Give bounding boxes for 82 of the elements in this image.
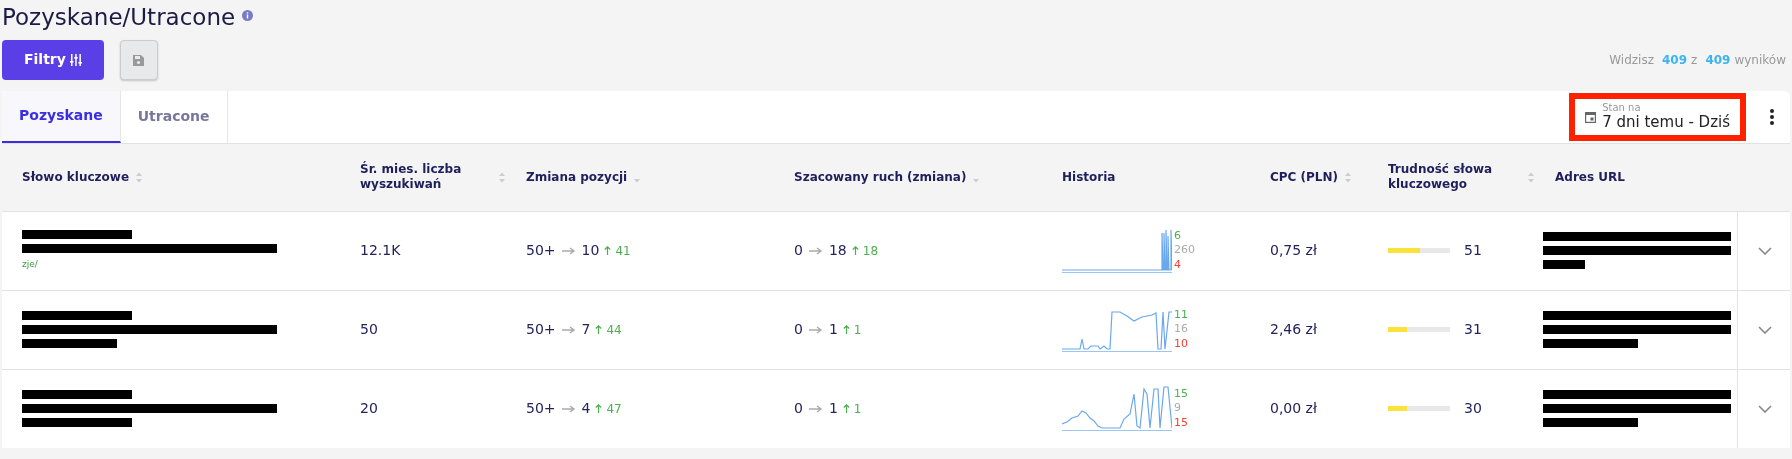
date-picker[interactable]: Stan na 7 dni temu - Dziś [1569, 92, 1746, 141]
table-cell-text: 18 [828, 241, 847, 261]
arrow-up-icon [604, 246, 612, 256]
table-cell-text: 4 [581, 399, 591, 419]
results-label: z [1691, 51, 1698, 69]
arrow-right-icon [561, 325, 576, 334]
date-value: 7 dni temu - Dziś [1602, 112, 1730, 131]
column-header: Słowo kluczowe [22, 169, 130, 185]
arrow-up-icon [842, 404, 850, 414]
table-cell-text: 50 [360, 320, 378, 340]
results-count: 409 [1662, 51, 1688, 69]
table-cell-text: 30 [1464, 399, 1482, 419]
filter-button[interactable]: Filtry [2, 39, 104, 80]
chevron-down-icon [1758, 405, 1772, 414]
table-cell-text: 0 [794, 320, 803, 340]
chevron-down-icon [1758, 247, 1772, 256]
arrow-right-icon [808, 404, 823, 413]
change-value: 41 [604, 241, 631, 260]
tab[interactable]: Pozyskane [2, 90, 121, 143]
sort-icon[interactable] [498, 171, 506, 183]
table-cell-text: 0,75 zł [1270, 241, 1317, 261]
column-header: Szacowany ruch (zmiana) [794, 169, 967, 185]
arrow-up-icon [595, 404, 603, 414]
arrow-right-icon [808, 325, 823, 334]
table-cell-text: 1 [828, 399, 838, 419]
table-cell-text: 0,00 zł [1270, 399, 1317, 419]
sort-icon[interactable] [1344, 171, 1353, 183]
history-count: 260 [1174, 243, 1195, 258]
history-count: 15 [1174, 387, 1188, 402]
more-icon [1770, 109, 1774, 126]
table-cell-text: 51 [1464, 241, 1482, 261]
table-cell-text: 50+ [526, 241, 556, 261]
arrow-up-icon [595, 325, 603, 335]
table-cell-text: 1 [828, 320, 838, 340]
history-count: 10 [1174, 336, 1188, 352]
column-header: Historia [1062, 169, 1116, 185]
arrow-right-icon [561, 246, 576, 255]
column-header: CPC (PLN) [1270, 169, 1339, 185]
change-value: 18 [851, 241, 879, 260]
change-value: 1 [842, 320, 862, 339]
change-value: 47 [595, 399, 622, 418]
table-cell-text: 50+ [526, 399, 556, 419]
column-header: Trudność słowa kluczowego [1388, 162, 1494, 193]
chevron-down-icon [1758, 326, 1772, 335]
save-button[interactable] [119, 39, 158, 80]
sort-icon[interactable] [135, 171, 144, 183]
history-count: 4 [1174, 257, 1182, 273]
table-cell-text: 20 [360, 399, 378, 419]
results-label: Widzisz [1609, 51, 1654, 69]
page-title: Pozyskane/Utracone [2, 4, 236, 32]
save-icon [133, 54, 145, 66]
date-label: Stan na [1602, 102, 1642, 113]
table-cell-text: 50+ [526, 320, 556, 340]
arrow-up-icon [851, 246, 859, 256]
table-cell-text: 0 [794, 241, 803, 261]
column-header: Zmiana pozycji [526, 169, 628, 185]
calendar-icon [1585, 110, 1597, 123]
history-count: 6 [1174, 229, 1182, 244]
change-value: 44 [595, 320, 622, 339]
arrow-up-icon [842, 325, 850, 335]
column-header: Śr. mies. liczba wyszukiwań [360, 162, 463, 193]
redaction-bar [1543, 260, 1585, 270]
arrow-right-icon [561, 404, 576, 413]
results-label: wyników [1734, 51, 1786, 69]
change-value: 1 [842, 399, 862, 418]
sliders-icon [69, 53, 82, 66]
results-count: 409 [1705, 51, 1731, 69]
history-count: 16 [1174, 322, 1188, 337]
history-count: 11 [1174, 308, 1188, 323]
keyword-note: zje/ [22, 257, 38, 271]
info-icon[interactable] [242, 10, 254, 21]
table-cell-text: 7 [581, 320, 591, 340]
history-count: 15 [1174, 415, 1188, 431]
table-cell-text: 31 [1464, 320, 1482, 340]
table-cell-text: 0 [794, 399, 803, 419]
column-header: Adres URL [1555, 169, 1625, 185]
history-count: 9 [1174, 401, 1182, 416]
table-cell-text: 2,46 zł [1270, 320, 1317, 340]
arrow-right-icon [808, 246, 823, 255]
sort-icon[interactable] [1527, 171, 1535, 183]
table-cell-text: 10 [581, 241, 600, 261]
table-cell-text: 12.1K [360, 241, 401, 261]
